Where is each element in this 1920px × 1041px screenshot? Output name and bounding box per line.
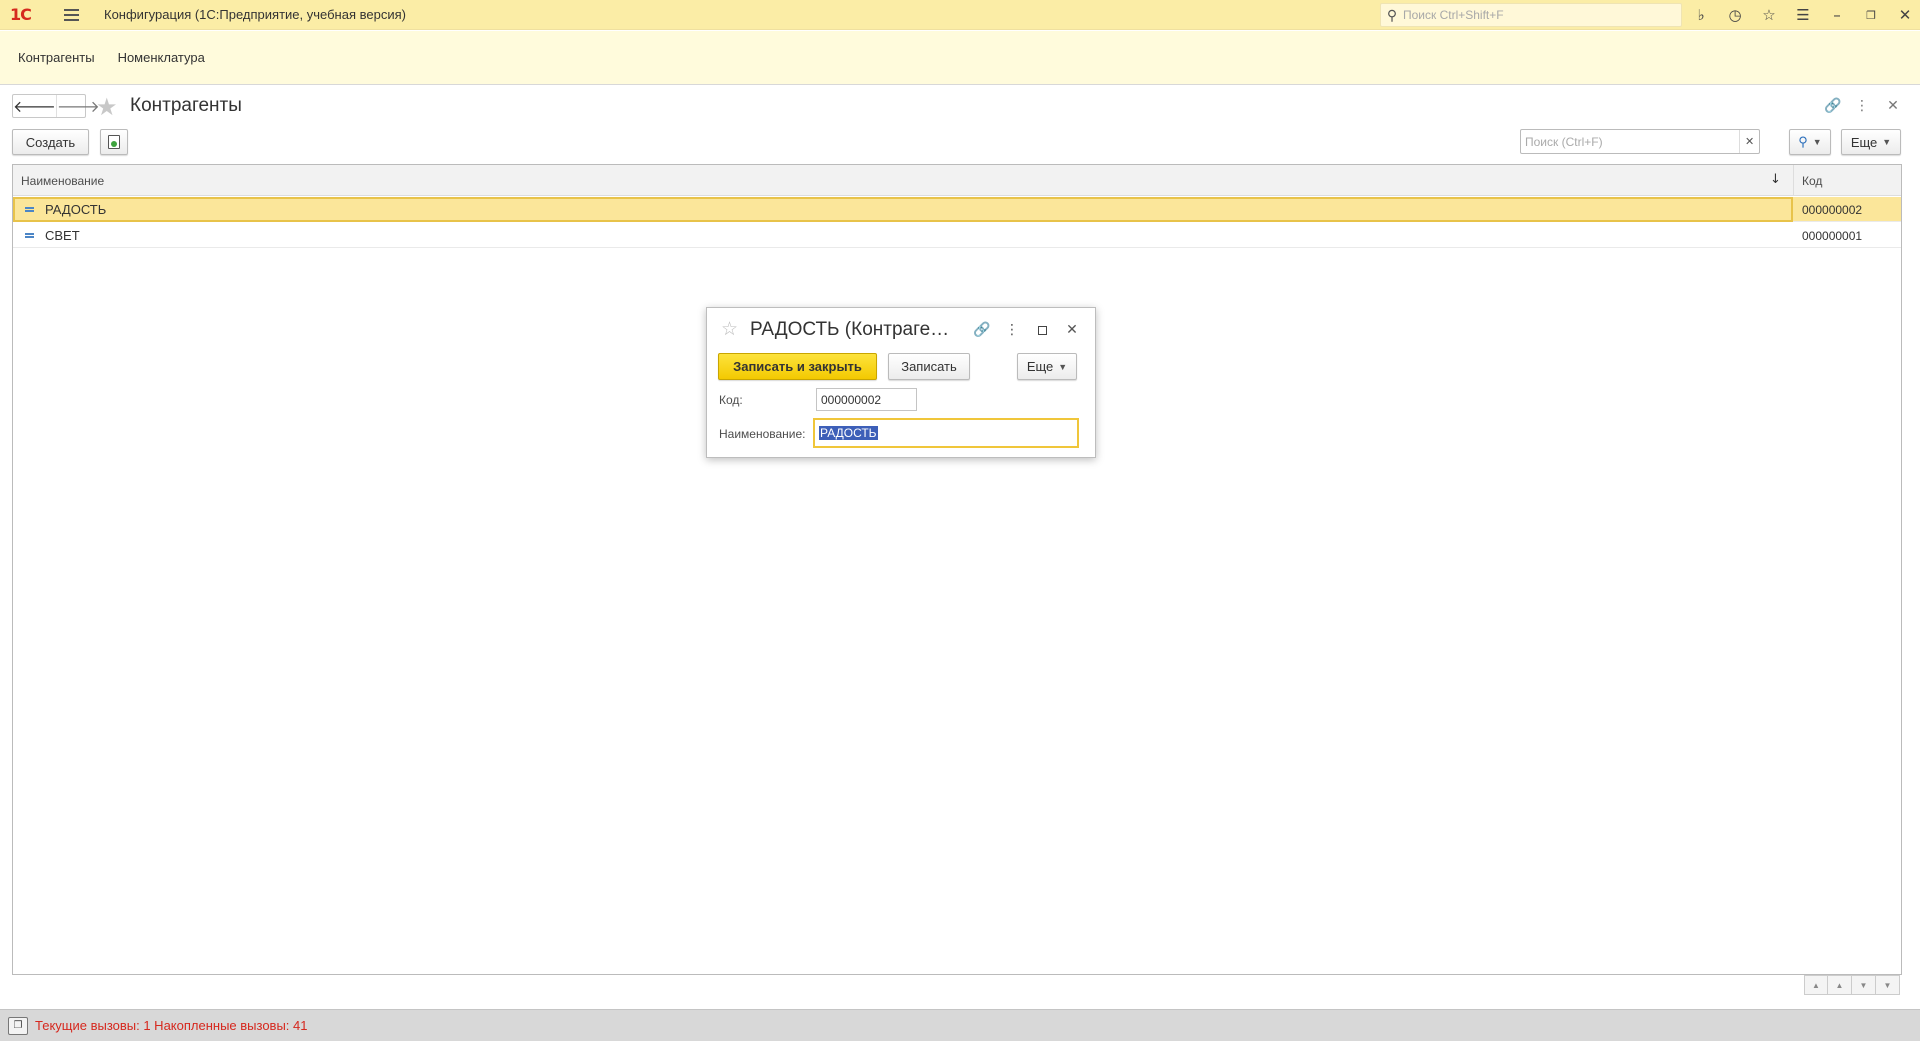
dialog-more-vertical-icon[interactable]: ⋮: [1001, 319, 1023, 341]
copy-button[interactable]: [100, 129, 128, 155]
bell-icon[interactable]: ♭: [1690, 5, 1712, 25]
search-icon: ⚲: [1386, 6, 1398, 23]
forward-arrow-icon[interactable]: 🡒: [55, 95, 100, 117]
page-title: Контрагенты: [130, 95, 242, 116]
save-and-close-button[interactable]: Записать и закрыть: [718, 353, 877, 380]
scroll-bottom-icon[interactable]: ▼: [1876, 975, 1900, 995]
table-row[interactable]: СВЕТ 000000001: [13, 223, 1901, 248]
dialog-more-button[interactable]: Еще ▼: [1017, 353, 1077, 380]
global-search-input[interactable]: [1403, 8, 1673, 22]
list-search-input[interactable]: [1525, 134, 1740, 149]
history-icon[interactable]: ◷: [1724, 5, 1746, 25]
more-vertical-icon[interactable]: ⋮: [1852, 96, 1872, 116]
scroll-down-icon[interactable]: ▼: [1852, 975, 1876, 995]
minimize-icon[interactable]: –: [1826, 5, 1848, 25]
name-label: Наименование:: [719, 427, 806, 441]
search-options-button[interactable]: ⚲ ▼: [1789, 129, 1831, 155]
dialog-title: РАДОСТЬ (Контраге…: [750, 319, 950, 340]
table-header: Наименование ↓ Код: [13, 165, 1901, 196]
more-button-label: Еще: [1850, 134, 1878, 150]
form-close-icon[interactable]: ✕: [1883, 96, 1903, 116]
row-code: 000000001: [1802, 228, 1863, 243]
create-button[interactable]: Создать: [12, 129, 89, 155]
more-button[interactable]: Еще ▼: [1841, 129, 1901, 155]
column-header-name[interactable]: Наименование: [21, 165, 104, 196]
clear-search-icon[interactable]: ✕: [1739, 130, 1759, 153]
main-menu-icon[interactable]: [64, 5, 84, 25]
copy-icon: [108, 135, 120, 149]
item-dialog: ☆ РАДОСТЬ (Контраге… 🔗 ⋮ ✕ Записать и за…: [706, 307, 1096, 458]
back-arrow-icon[interactable]: 🡐: [13, 95, 56, 117]
1c-logo: 1С: [10, 5, 32, 24]
row-name: СВЕТ: [45, 228, 80, 243]
row-code: 000000002: [1802, 202, 1863, 217]
search-icon: ⚲: [1798, 134, 1808, 149]
global-search[interactable]: ⚲: [1380, 3, 1682, 27]
chevron-down-icon: ▼: [1812, 137, 1822, 147]
restore-icon[interactable]: ❐: [1860, 5, 1882, 25]
close-icon[interactable]: ✕: [1894, 5, 1916, 25]
list-table: Наименование ↓ Код РАДОСТЬ 000000002 СВЕ…: [12, 164, 1902, 975]
list-scroll-buttons: ▲ ▲ ▼ ▼: [1804, 975, 1900, 995]
row-name: РАДОСТЬ: [45, 202, 107, 217]
server-calls-status: Текущие вызовы: 1 Накопленные вызовы: 41: [35, 1018, 308, 1033]
section-link-kontragenty[interactable]: Контрагенты: [18, 50, 95, 65]
dialog-more-label: Еще: [1026, 359, 1054, 374]
section-link-nomenklatura[interactable]: Номенклатура: [118, 50, 205, 65]
chevron-down-icon: ▼: [1882, 137, 1892, 147]
table-row[interactable]: РАДОСТЬ 000000002: [13, 197, 1901, 222]
favorite-star-icon[interactable]: ★: [96, 93, 118, 121]
link-icon[interactable]: 🔗: [1823, 96, 1843, 116]
name-field[interactable]: РАДОСТЬ: [813, 418, 1079, 448]
code-field[interactable]: 000000002: [816, 388, 917, 411]
save-button[interactable]: Записать: [888, 353, 970, 380]
sections-panel: Контрагенты Номенклатура: [0, 31, 1920, 85]
name-cell: СВЕТ: [13, 223, 1793, 248]
code-value: 000000002: [821, 392, 882, 407]
app-title: Конфигурация (1С:Предприятие, учебная ве…: [104, 7, 406, 22]
name-value: РАДОСТЬ: [819, 426, 878, 440]
dialog-close-icon[interactable]: ✕: [1061, 319, 1083, 341]
sort-down-icon[interactable]: ↓: [1770, 172, 1781, 187]
app-titlebar: 1С Конфигурация (1С:Предприятие, учебная…: [0, 0, 1920, 30]
list-search[interactable]: ✕: [1520, 129, 1760, 154]
navigation-buttons: 🡐 🡒: [12, 94, 100, 118]
dialog-link-icon[interactable]: 🔗: [971, 319, 993, 341]
name-cell: РАДОСТЬ: [13, 197, 1793, 222]
dialog-favorite-star-icon[interactable]: ☆: [721, 318, 738, 340]
dialog-maximize-icon[interactable]: [1031, 319, 1053, 341]
column-header-code[interactable]: Код: [1802, 165, 1822, 196]
status-bar: ❐ Текущие вызовы: 1 Накопленные вызовы: …: [0, 1009, 1920, 1041]
chevron-down-icon: ▼: [1058, 361, 1068, 372]
windows-icon[interactable]: ❐: [8, 1016, 28, 1035]
functions-menu-icon[interactable]: ☰: [1792, 5, 1814, 25]
favorites-star-icon[interactable]: ☆: [1758, 5, 1780, 25]
catalog-item-icon: [25, 233, 34, 238]
code-label: Код:: [719, 393, 743, 407]
scroll-up-icon[interactable]: ▲: [1828, 975, 1852, 995]
scroll-top-icon[interactable]: ▲: [1804, 975, 1828, 995]
catalog-item-icon: [25, 207, 34, 212]
